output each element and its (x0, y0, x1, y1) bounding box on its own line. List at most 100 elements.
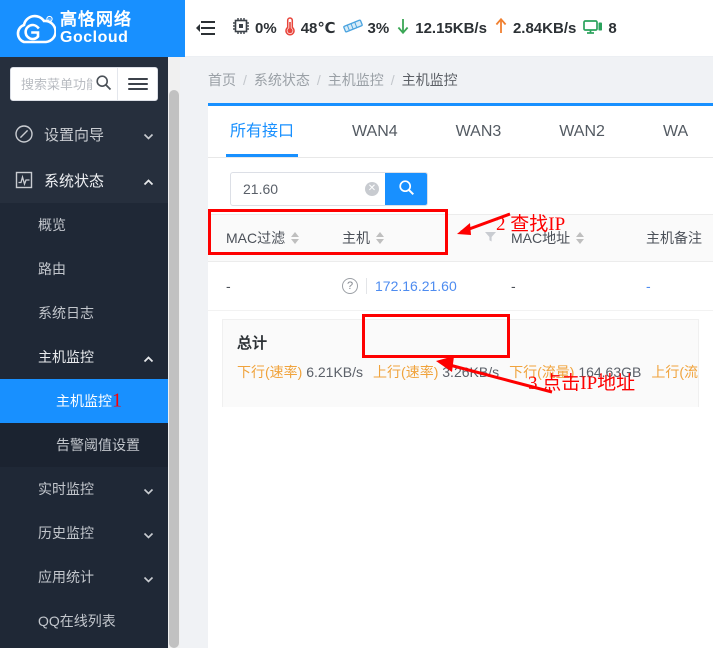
sidebar-item-host-monitor[interactable]: 主机监控 1 (0, 379, 168, 423)
sidebar-item-system-log[interactable]: 系统日志 (0, 291, 168, 335)
sidebar-item-qq-online-list[interactable]: QQ在线列表 (0, 599, 168, 643)
search-button[interactable] (385, 173, 427, 205)
breadcrumb-separator: / (390, 72, 395, 88)
summary-label: 上行(流 (651, 364, 699, 380)
column-header-mac-filter[interactable]: MAC过滤 (208, 214, 326, 262)
chevron-up-icon (143, 175, 154, 186)
cell-host: ? 172.16.21.60 (326, 261, 511, 311)
sidebar-scrollbar-thumb[interactable] (169, 90, 179, 648)
search-toolbar: ✕ (208, 158, 713, 214)
sidebar-item-label: 主机监控 (56, 393, 112, 409)
cpu-value: 0% (255, 19, 277, 37)
chevron-down-icon (143, 484, 154, 495)
sort-icon[interactable] (291, 232, 300, 244)
sidebar-item-setup-wizard[interactable]: 设置向导 (0, 111, 168, 157)
sort-icon[interactable] (576, 232, 585, 244)
summary-stat-upload-rate: 上行(速率) 3.26KB/s (373, 362, 499, 382)
column-label: 主机备注 (646, 230, 702, 246)
question-circle-icon[interactable]: ? (342, 278, 358, 294)
breadcrumb-separator: / (243, 72, 247, 88)
sidebar-item-host-monitor-group[interactable]: 主机监控 (0, 335, 168, 379)
online-hosts-value: 8 (608, 19, 617, 37)
clear-circle-icon[interactable]: ✕ (365, 182, 379, 196)
sidebar-item-label: 路由 (38, 261, 66, 277)
ip-search-field[interactable]: ✕ (231, 173, 385, 205)
cell-mac-address: - (511, 261, 624, 311)
breadcrumb-item-system-status[interactable]: 系统状态 (254, 70, 310, 90)
online-hosts-stat: 8 (582, 16, 617, 40)
sidebar-item-label: 设置向导 (44, 126, 105, 144)
tab-label: WAN4 (352, 123, 398, 140)
sidebar-item-realtime-monitor[interactable]: 实时监控 (0, 467, 168, 511)
sidebar-item-system-status[interactable]: 系统状态 (0, 157, 168, 203)
tab-wan1[interactable]: WA (663, 106, 688, 157)
tab-label: WAN2 (559, 123, 605, 140)
sidebar-search-box[interactable] (10, 67, 158, 101)
sidebar-item-app-statistics[interactable]: 应用统计 (0, 555, 168, 599)
brand-logo-bar[interactable]: R 高恪网络 Gocloud (0, 0, 185, 57)
summary-stat-upload-traffic: 上行(流 (651, 362, 698, 382)
sidebar-item-interface-overview[interactable]: 接口概览 (0, 643, 168, 648)
compass-icon (14, 124, 34, 144)
sidebar-item-history-monitor[interactable]: 历史监控 (0, 511, 168, 555)
temperature-stat: 48℃ (283, 16, 336, 40)
annotation-text-click-ip: 3 点击IP地址 (528, 373, 636, 394)
search-input[interactable] (19, 75, 95, 93)
sidebar-submenu-system-status: 概览 路由 系统日志 主机监控 主机监控 1 告警阈值设置 实时监控 历史监控 … (0, 203, 168, 648)
sidebar-item-alarm-threshold[interactable]: 告警阈值设置 (0, 423, 168, 467)
upload-arrow-icon (493, 16, 509, 40)
summary-title: 总计 (237, 335, 268, 352)
column-header-host[interactable]: 主机 (326, 214, 511, 262)
summary-value: 3.26KB/s (442, 364, 500, 380)
sidebar-menu: 设置向导 系统状态 概览 路由 系统日志 主机监控 主机监控 1 告警阈值设置 … (0, 109, 168, 648)
ip-search-input[interactable] (241, 180, 365, 198)
host-ip-link[interactable]: 172.16.21.60 (375, 278, 457, 294)
annotation-marker-1: 1 (112, 389, 122, 412)
cell-host-remark: - (624, 261, 713, 311)
sort-icon[interactable] (376, 232, 384, 244)
top-status-bar: 0% 48℃ 3% 12.15KB/s 2.84KB/s 8 (185, 0, 713, 57)
sidebar-item-label: 系统日志 (38, 305, 94, 321)
memory-stat: 3% (342, 16, 390, 40)
download-value: 12.15KB/s (415, 19, 487, 37)
cpu-icon (231, 16, 251, 40)
host-monitor-panel: 所有接口 WAN4 WAN3 WAN2 WA 21.60 ✕ MAC过滤 主机 … (208, 103, 713, 648)
host-remark-value[interactable]: - (624, 278, 651, 294)
sidebar-item-routing[interactable]: 路由 (0, 247, 168, 291)
tab-wan3[interactable]: WAN3 (456, 106, 502, 157)
breadcrumb-item-current: 主机监控 (401, 72, 458, 88)
column-label: 主机 (342, 230, 370, 246)
sidebar-search-wrap (0, 57, 168, 109)
sidebar-submenu-host-monitor: 主机监控 1 告警阈值设置 (0, 379, 168, 467)
breadcrumb-item-host-monitor[interactable]: 主机监控 (328, 70, 384, 90)
sidebar-item-label: 应用统计 (38, 569, 94, 585)
monitor-icon (582, 16, 604, 40)
summary-stat-download-rate: 下行(速率) 6.21KB/s (237, 362, 363, 382)
sidebar-item-label: 历史监控 (38, 525, 94, 541)
tab-wan2[interactable]: WAN2 (559, 106, 605, 157)
upload-value: 2.84KB/s (512, 19, 577, 37)
svg-text:R: R (48, 17, 51, 22)
column-header-host-remark[interactable]: 主机备注 (624, 214, 713, 262)
mac-address-value: - (511, 278, 516, 294)
summary-label: 下行(速率) (237, 364, 303, 380)
mac-filter-value: - (226, 278, 231, 294)
brand-name-en: Gocloud (60, 29, 129, 46)
cloud-g-logo-icon: R (12, 12, 57, 46)
sidebar-item-overview[interactable]: 概览 (0, 203, 168, 247)
tab-wan4[interactable]: WAN4 (352, 106, 398, 157)
ip-search-box[interactable]: ✕ (230, 172, 428, 206)
hamburger-icon[interactable] (117, 68, 157, 100)
activity-chart-icon (14, 170, 34, 190)
sidebar-search-field[interactable] (11, 68, 117, 100)
summary-value: 6.21KB/s (306, 364, 364, 380)
table-row[interactable]: - ? 172.16.21.60 - - (208, 261, 713, 311)
memory-value: 3% (367, 19, 390, 37)
tab-all-interfaces[interactable]: 所有接口 (225, 106, 299, 157)
breadcrumb-item-home[interactable]: 首页 (208, 70, 236, 90)
temperature-value: 48℃ (300, 20, 336, 37)
collapse-menu-icon[interactable] (195, 18, 217, 38)
summary-label: 上行(速率) (373, 364, 439, 380)
download-stat: 12.15KB/s (395, 16, 487, 40)
thermometer-icon (283, 16, 297, 40)
